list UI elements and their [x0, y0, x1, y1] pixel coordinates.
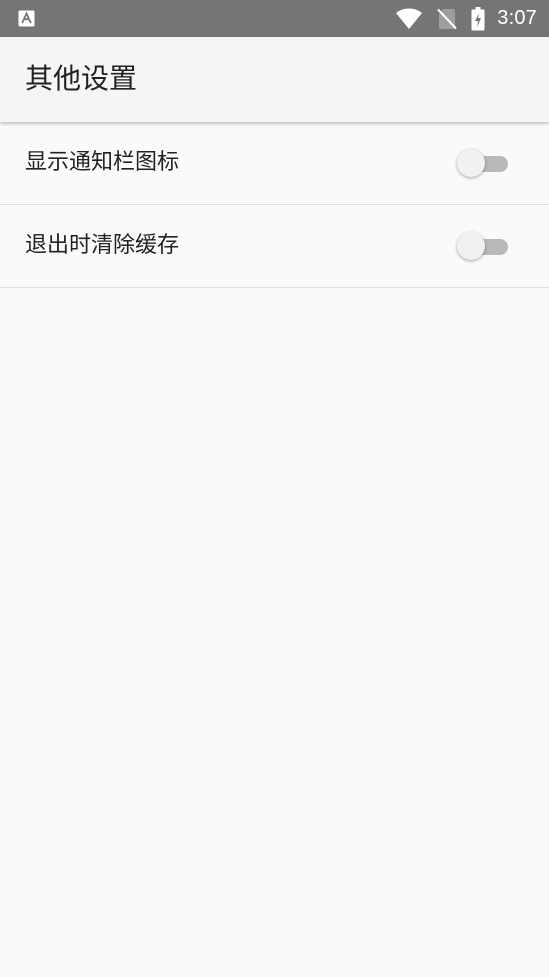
switch-thumb — [457, 232, 485, 260]
show-notification-icon-switch[interactable] — [456, 147, 512, 179]
setting-label: 退出时清除缓存 — [25, 233, 180, 258]
settings-list: 显示通知栏图标 退出时清除缓存 — [0, 122, 549, 288]
clear-cache-on-exit-switch[interactable] — [456, 230, 512, 262]
keyboard-a-icon — [18, 10, 35, 27]
setting-row-clear-cache[interactable]: 退出时清除缓存 — [0, 205, 549, 288]
page-title: 其他设置 — [25, 62, 138, 95]
switch-thumb — [457, 149, 485, 177]
setting-row-notification-icon[interactable]: 显示通知栏图标 — [0, 122, 549, 205]
status-icons: 3:07 — [395, 0, 537, 37]
app-bar: 其他设置 — [0, 37, 549, 122]
no-sim-icon — [437, 8, 457, 30]
status-time: 3:07 — [497, 7, 537, 29]
setting-label: 显示通知栏图标 — [25, 150, 180, 175]
wifi-icon — [395, 8, 423, 30]
status-bar: 3:07 — [0, 0, 549, 37]
battery-charging-icon — [471, 6, 485, 31]
